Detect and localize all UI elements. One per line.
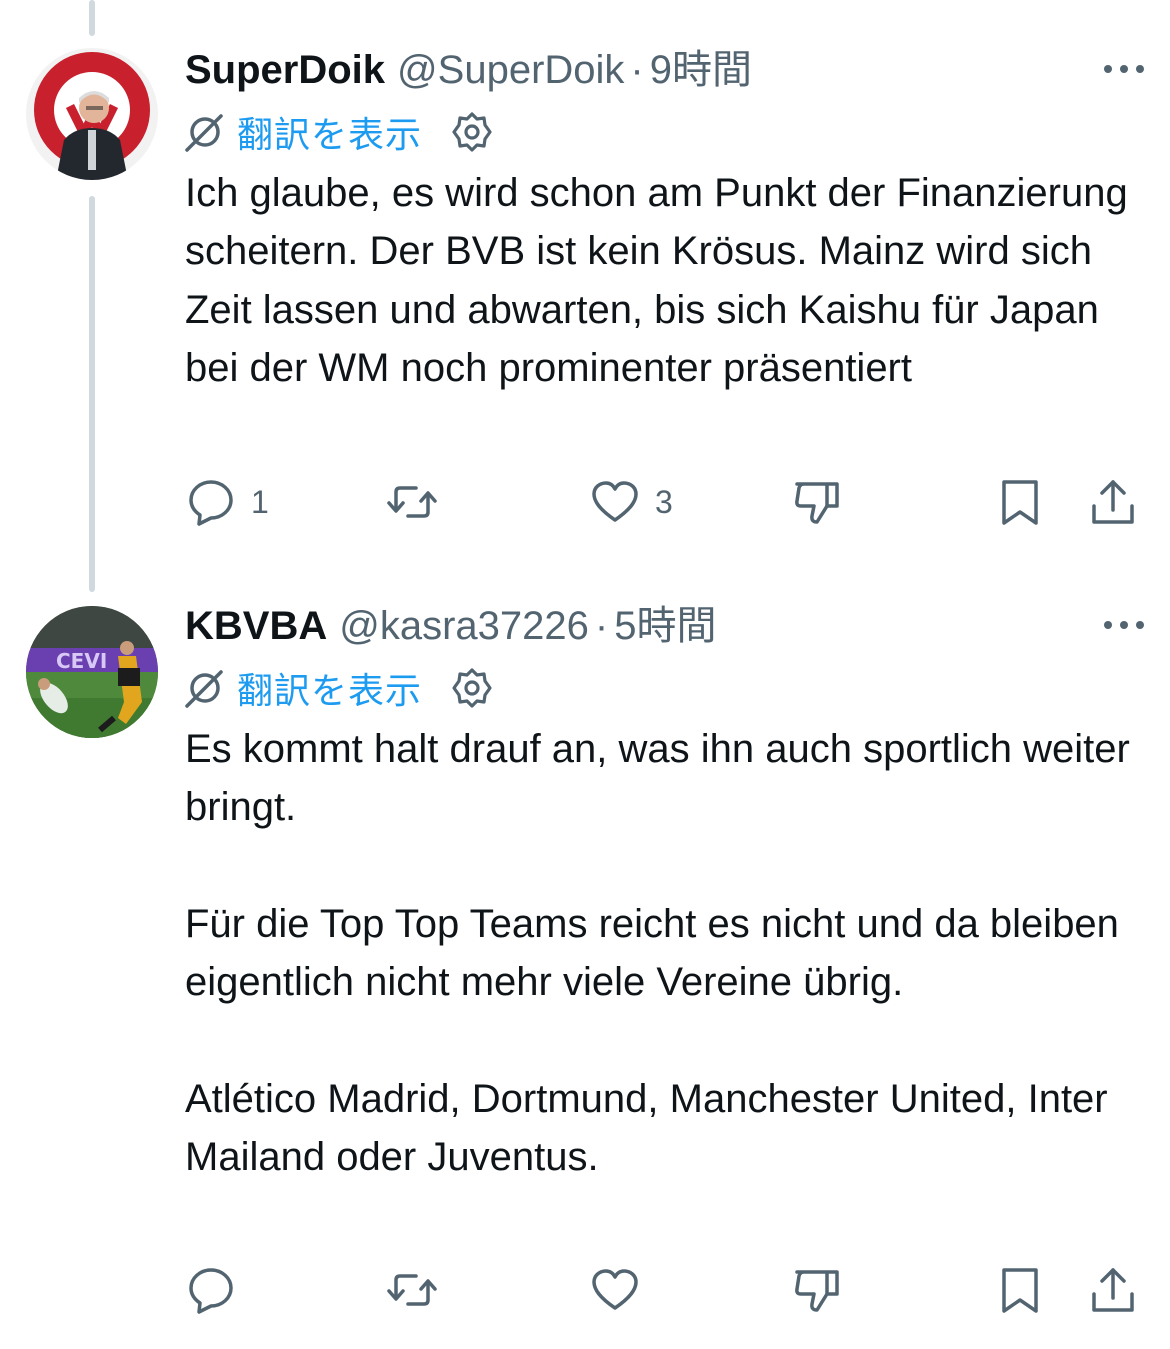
like-button[interactable]: 3 <box>589 472 673 532</box>
avatar-football-match-icon: CEVI <box>26 606 158 738</box>
svg-text:CEVI: CEVI <box>56 649 107 673</box>
bookmark-icon <box>1002 480 1038 525</box>
bookmark-icon <box>1002 1268 1038 1313</box>
gear-icon[interactable] <box>450 666 494 710</box>
tweet-paragraph: Es kommt halt drauf an, was ihn auch spo… <box>185 727 1130 830</box>
translate-icon <box>185 114 223 152</box>
reply-button[interactable] <box>185 1260 251 1320</box>
timestamp[interactable]: 5時間 <box>614 604 716 648</box>
share-button[interactable] <box>1087 472 1139 532</box>
more-icon[interactable] <box>1102 59 1146 79</box>
bookmark-button[interactable] <box>994 472 1046 532</box>
user-handle[interactable]: @kasra37226 <box>339 604 589 648</box>
reply-button[interactable]: 1 <box>185 472 269 532</box>
user-handle[interactable]: @SuperDoik <box>397 48 624 92</box>
more-icon[interactable] <box>1102 615 1146 635</box>
retweet-icon <box>387 486 437 518</box>
reply-count: 1 <box>251 483 269 520</box>
tweet-header: KBVBA @kasra37226 · 5時間 <box>185 596 1070 656</box>
share-icon <box>1092 1268 1134 1312</box>
heart-icon <box>592 481 638 522</box>
tweet-header: SuperDoik @SuperDoik · 9時間 <box>185 40 1070 100</box>
avatar-mainz-coach-icon <box>26 48 158 180</box>
retweet-button[interactable] <box>386 1260 438 1320</box>
action-bar <box>0 1260 1170 1320</box>
retweet-icon <box>387 1274 437 1306</box>
share-icon <box>1092 480 1134 524</box>
avatar[interactable] <box>26 48 158 180</box>
translate-row: 翻訳を表示 <box>185 107 494 157</box>
translate-row: 翻訳を表示 <box>185 663 494 713</box>
translate-link[interactable]: 翻訳を表示 <box>237 662 422 714</box>
gear-icon[interactable] <box>450 110 494 154</box>
like-button[interactable] <box>589 1260 655 1320</box>
share-button[interactable] <box>1087 1260 1139 1320</box>
dislike-icon <box>795 482 839 524</box>
display-name[interactable]: KBVBA <box>185 604 327 648</box>
dislike-button[interactable] <box>791 1260 843 1320</box>
dislike-button[interactable] <box>791 472 843 532</box>
tweet-paragraph: Für die Top Top Teams reicht es nicht un… <box>185 901 1119 1005</box>
tweet-text: Es kommt halt drauf an, was ihn auch spo… <box>185 720 1135 1186</box>
retweet-button[interactable] <box>386 472 438 532</box>
tweet-paragraph: Atlético Madrid, Dortmund, Manchester Un… <box>185 1076 1108 1180</box>
separator-dot: · <box>594 604 609 648</box>
heart-icon <box>592 1269 638 1310</box>
tweet[interactable]: CEVI KBVBA @kasra37226 · 5時間 翻訳を表示 Es ko… <box>0 592 1170 1349</box>
like-count: 3 <box>655 483 673 520</box>
display-name[interactable]: SuperDoik <box>185 48 385 92</box>
timestamp[interactable]: 9時間 <box>650 48 752 92</box>
tweet-paragraph: Ich glaube, es wird schon am Punkt der F… <box>185 171 1128 390</box>
avatar[interactable]: CEVI <box>26 606 158 738</box>
reply-icon <box>189 1268 233 1314</box>
action-bar: 1 3 <box>0 472 1170 532</box>
tweet[interactable]: SuperDoik @SuperDoik · 9時間 翻訳を表示 Ich glaube… <box>0 0 1170 580</box>
bookmark-button[interactable] <box>994 1260 1046 1320</box>
tweet-text: Ich glaube, es wird schon am Punkt der F… <box>185 164 1135 397</box>
translate-icon <box>185 670 223 708</box>
dislike-icon <box>795 1270 839 1312</box>
translate-link[interactable]: 翻訳を表示 <box>237 106 422 158</box>
reply-icon <box>189 480 233 526</box>
separator-dot: · <box>630 48 644 92</box>
